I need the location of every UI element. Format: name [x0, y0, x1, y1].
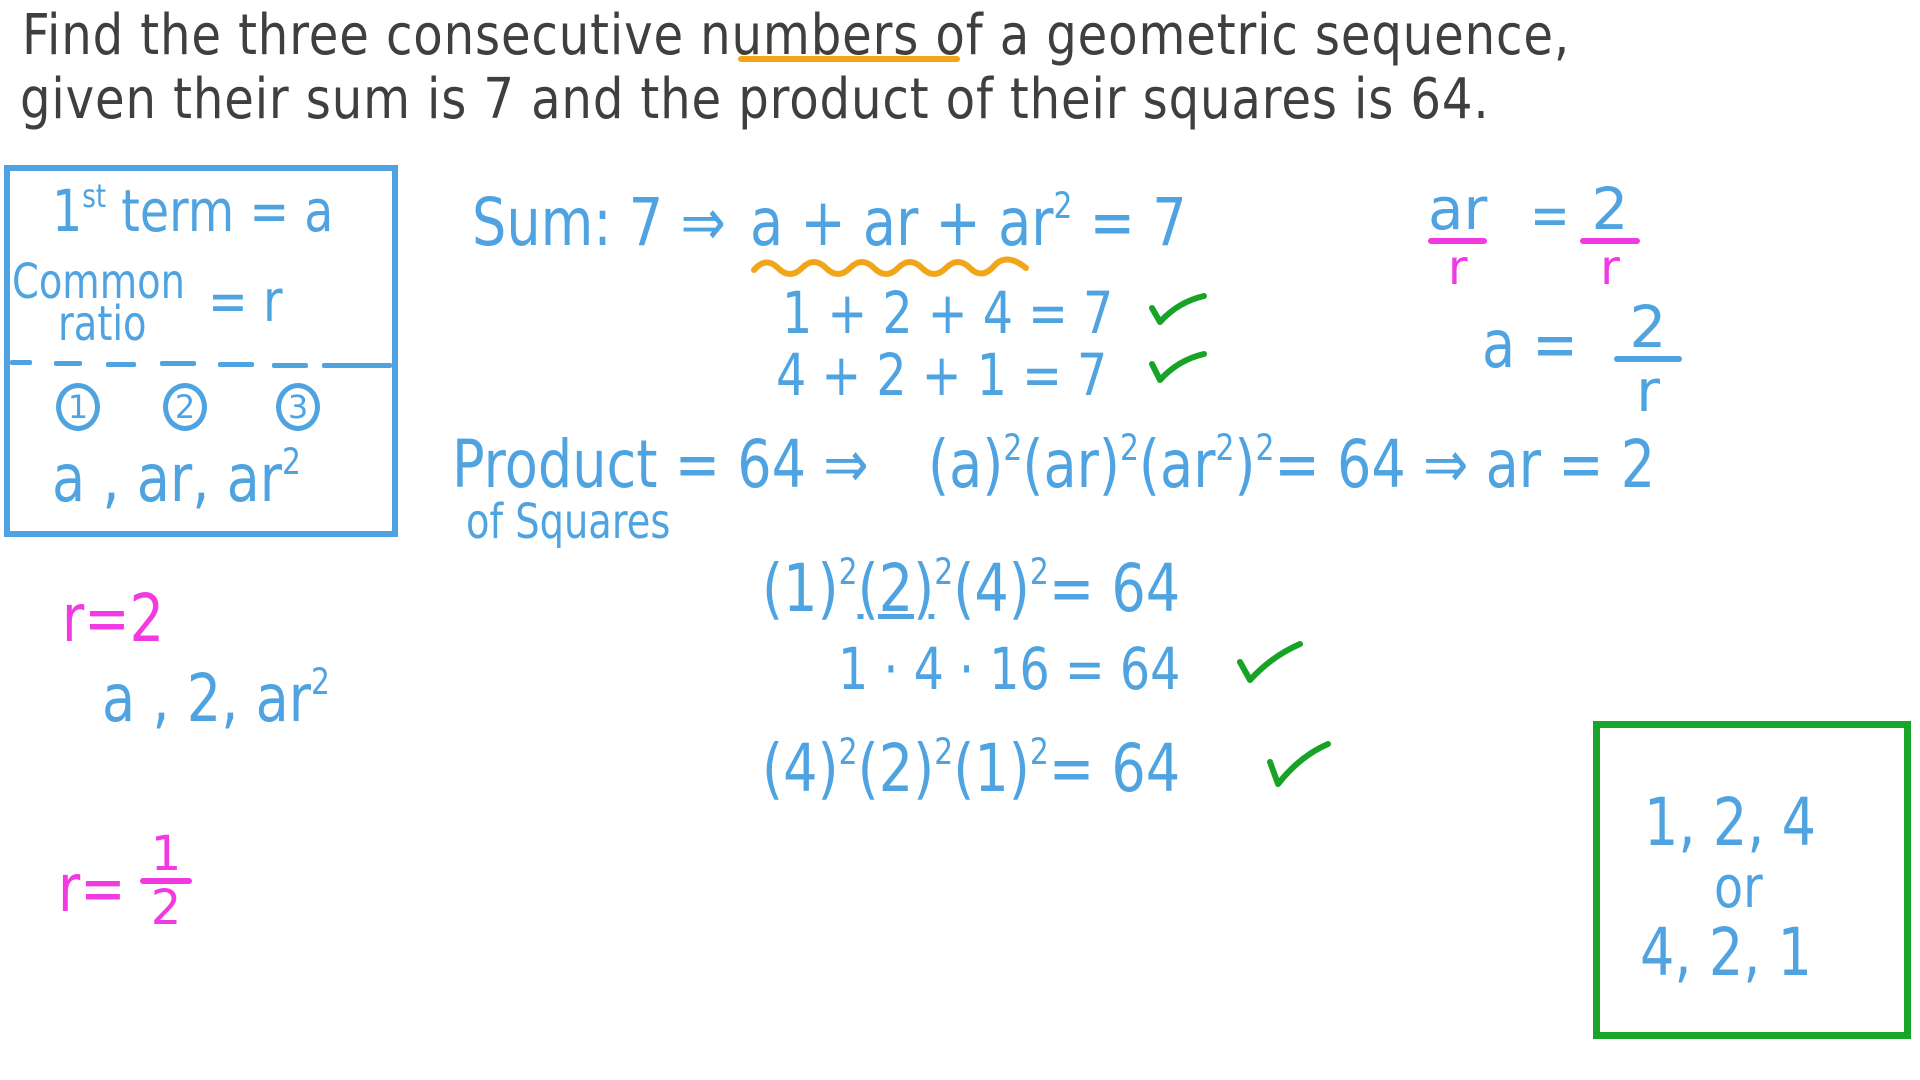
check-rhs: = 64 [1048, 550, 1181, 627]
fraction-numerator: 2 [1591, 175, 1629, 243]
exponent: 2 [838, 549, 858, 593]
divider-dash [10, 360, 32, 365]
exponent: 2 [934, 549, 954, 593]
of-squares-label: of Squares [466, 494, 671, 550]
sum-equation-lhs: a + ar + ar [750, 184, 1054, 261]
exponent: 2 [1255, 425, 1275, 469]
exponent: 2 [934, 729, 954, 773]
sum-label: Sum: 7 ⇒ [472, 184, 726, 261]
ratio-case-1: r=2 [62, 580, 165, 657]
fraction-numerator: ar [1428, 175, 1488, 243]
product-check-2: (4)2(2)2(1)2= 64 [762, 733, 1180, 802]
fraction-numerator: 1 [150, 826, 182, 882]
fraction-numerator: 2 [1629, 293, 1667, 361]
product-factor-1: (a) [928, 426, 1004, 503]
fraction-2-over-r: 2 r [1580, 180, 1640, 292]
fraction-denominator: r [1636, 357, 1660, 425]
ratio-case-1-terms: a , 2, ar2 [102, 663, 330, 732]
product-check-1: (1)2(2)2(4)2= 64 [762, 553, 1180, 622]
checkmark-icon [1267, 741, 1331, 787]
sum-exponent: 2 [1053, 183, 1073, 227]
sum-equation-rhs: = 7 [1072, 184, 1187, 261]
fraction-denominator: r [1600, 240, 1620, 296]
check-factor: (2) [857, 550, 935, 627]
product-factor-2: (ar) [1022, 426, 1120, 503]
terms-expression: a , ar, ar2 [52, 443, 301, 512]
sum-check-1: 1 + 2 + 4 = 7 [782, 279, 1114, 347]
product-factor-3-close: ) [1234, 426, 1256, 503]
divider-dash [218, 362, 254, 367]
product-equation: (a)2(ar)2(ar2)2= 64 ⇒ ar = 2 [928, 429, 1655, 498]
fraction-a-equals-2-over-r: 2 r [1614, 298, 1682, 420]
check-factor: (4) [953, 550, 1030, 627]
answer-line-2: 4, 2, 1 [1640, 914, 1813, 991]
common-ratio-value: = r [208, 267, 283, 335]
fraction-ar-over-r: ar r [1428, 175, 1488, 296]
divider-dash [106, 362, 136, 367]
ratio-case-2: r= [58, 850, 126, 927]
first-term-definition: 1st term = a [52, 180, 333, 240]
a-result-lhs: a = [1482, 306, 1578, 383]
term-number-2: 2 [163, 383, 207, 431]
product-label: Product = 64 ⇒ [452, 426, 869, 503]
first-term-ordinal: 1 [52, 177, 83, 245]
divider-dash [272, 363, 308, 368]
exponent: 2 [311, 659, 330, 703]
answer-or: or [1714, 853, 1763, 921]
check-factor: (2) [857, 730, 935, 807]
term-number-1: 1 [56, 383, 100, 431]
checkmark-icon [1237, 641, 1303, 683]
divider-dash [160, 361, 196, 366]
terms-text: a , ar, ar [52, 440, 283, 517]
divider-dash [54, 361, 82, 366]
check-factor: (4) [762, 730, 839, 807]
check-rhs: = 64 [1048, 730, 1181, 807]
exponent: 2 [1029, 729, 1049, 773]
problem-line-2: given their sum is 7 and the product of … [20, 67, 1490, 132]
check-factor: (1) [953, 730, 1030, 807]
case-1-terms-text: a , 2, ar [102, 660, 312, 737]
sum-check-2: 4 + 2 + 1 = 7 [776, 341, 1108, 409]
terms-exponent: 2 [282, 439, 301, 483]
exponent: 2 [1003, 425, 1023, 469]
ratio-label: ratio [58, 296, 147, 352]
exponent: 2 [1119, 425, 1139, 469]
exponent: 2 [1029, 549, 1049, 593]
product-check-1-expanded: 1 · 4 · 16 = 64 [838, 635, 1181, 703]
checkmark-icon [1149, 351, 1207, 383]
sum-equation: a + ar + ar2 = 7 [750, 187, 1187, 256]
fraction-denominator: r [1447, 240, 1468, 296]
divider-dash [322, 363, 392, 368]
check-factor: (1) [762, 550, 839, 627]
problem-line-1-end: of a geometric sequence, [919, 3, 1571, 68]
equals-sign: = [1530, 181, 1570, 249]
problem-line-1-start: Find the three consecutive [22, 3, 701, 68]
answer-line-1: 1, 2, 4 [1644, 784, 1817, 861]
product-equation-rhs: = 64 ⇒ ar = 2 [1274, 426, 1656, 503]
exponent: 2 [1215, 425, 1235, 469]
first-term-text: term = a [106, 177, 334, 245]
product-factor-3: (ar [1138, 426, 1216, 503]
exponent: 2 [838, 729, 858, 773]
fraction-denominator: 2 [150, 880, 182, 936]
numbers-underline [738, 56, 960, 62]
wavy-underline [751, 256, 1029, 277]
ordinal-suffix: st [82, 177, 107, 216]
fraction-one-half: 1 2 [140, 830, 192, 932]
checkmark-icon [1149, 293, 1207, 325]
term-number-3: 3 [276, 383, 320, 431]
